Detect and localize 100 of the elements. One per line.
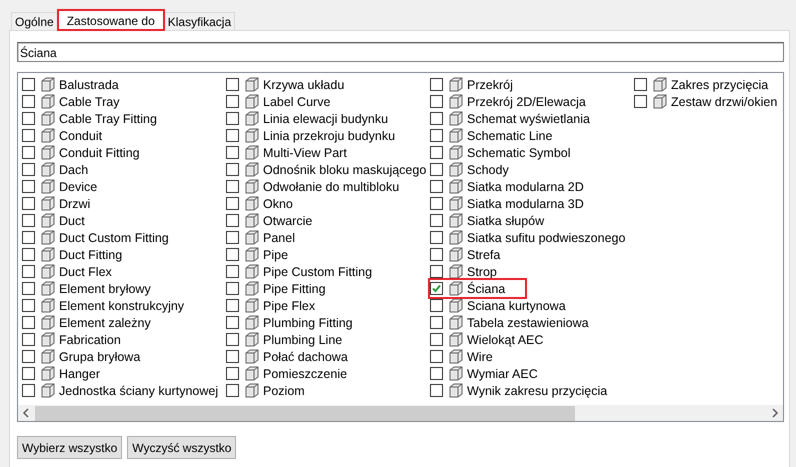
checkbox[interactable]: [22, 197, 35, 210]
item-label[interactable]: Cable Tray: [59, 94, 120, 108]
item-label[interactable]: Linia przekroju budynku: [263, 128, 396, 142]
checkbox[interactable]: [430, 231, 443, 244]
filter-field[interactable]: Ściana: [17, 42, 784, 62]
item-label[interactable]: Conduit Fitting: [59, 146, 140, 160]
checkbox[interactable]: [22, 214, 35, 227]
checkbox[interactable]: [22, 248, 35, 261]
item-label[interactable]: Conduit: [59, 128, 102, 142]
item-label[interactable]: Element konstrukcyjny: [59, 298, 184, 312]
checkbox[interactable]: [22, 316, 35, 329]
checkbox[interactable]: [22, 129, 35, 142]
checkbox[interactable]: [430, 316, 443, 329]
checkbox[interactable]: [22, 95, 35, 108]
action-button[interactable]: Wyczyść wszystko: [127, 436, 236, 459]
checkbox[interactable]: [430, 197, 443, 210]
item-label[interactable]: Pipe Flex: [263, 298, 316, 312]
item-label[interactable]: Poziom: [263, 384, 305, 398]
checkbox[interactable]: [22, 282, 35, 295]
checkbox[interactable]: [430, 333, 443, 346]
checkbox[interactable]: [226, 146, 239, 159]
checkbox[interactable]: [226, 316, 239, 329]
item-label[interactable]: Duct Fitting: [59, 248, 122, 262]
item-label[interactable]: Wymiar AEC: [467, 366, 538, 380]
checkbox[interactable]: [226, 367, 239, 380]
item-label[interactable]: Pomieszczenie: [263, 366, 348, 380]
item-label[interactable]: Przekrój 2D/Elewacja: [467, 94, 586, 108]
checkbox[interactable]: [226, 350, 239, 363]
item-label[interactable]: Schematic Line: [467, 128, 552, 142]
item-label[interactable]: Odwołanie do multibloku: [263, 180, 400, 194]
item-label[interactable]: Strefa: [467, 248, 500, 262]
item-label[interactable]: Duct Flex: [59, 264, 112, 278]
item-label[interactable]: Pipe Fitting: [263, 282, 326, 296]
checkbox[interactable]: [430, 367, 443, 380]
checkbox[interactable]: [226, 231, 239, 244]
item-label[interactable]: Wielokąt AEC: [467, 332, 544, 346]
item-label[interactable]: Hanger: [59, 366, 100, 380]
checkbox[interactable]: [430, 214, 443, 227]
item-label[interactable]: Plumbing Fitting: [263, 316, 353, 330]
tab[interactable]: Zastosowane do: [58, 10, 164, 30]
item-label[interactable]: Połać dachowa: [263, 350, 348, 364]
item-label[interactable]: Wynik zakresu przycięcia: [467, 384, 608, 398]
item-label[interactable]: Tabela zestawieniowa: [467, 316, 589, 330]
item-label[interactable]: Otwarcie: [263, 214, 312, 228]
item-label[interactable]: Schematic Symbol: [467, 146, 571, 160]
item-label[interactable]: Drzwi: [59, 196, 90, 210]
checkbox[interactable]: [634, 78, 647, 91]
item-label[interactable]: Siatka słupów: [467, 214, 544, 228]
item-label[interactable]: Element bryłowy: [59, 282, 151, 296]
checkbox[interactable]: [22, 112, 35, 125]
checkbox[interactable]: [430, 384, 443, 397]
item-label[interactable]: Grupa bryłowa: [59, 350, 140, 364]
checkbox[interactable]: [226, 265, 239, 278]
tab[interactable]: Klasyfikacja: [164, 12, 236, 30]
item-label[interactable]: Balustrada: [59, 78, 119, 92]
item-label[interactable]: Device: [59, 180, 98, 194]
checkbox[interactable]: [22, 163, 35, 176]
checkbox[interactable]: [22, 265, 35, 278]
item-label[interactable]: Panel: [263, 230, 295, 244]
checkbox[interactable]: [226, 78, 239, 91]
tab[interactable]: Ogólne: [11, 12, 58, 30]
checkbox[interactable]: [22, 333, 35, 346]
checkbox[interactable]: [430, 299, 443, 312]
item-label[interactable]: Zestaw drzwi/okien: [671, 94, 778, 108]
action-button[interactable]: Wybierz wszystko: [17, 436, 122, 459]
checkbox[interactable]: [430, 129, 443, 142]
item-label[interactable]: Duct Custom Fitting: [59, 230, 169, 244]
checkbox[interactable]: [430, 78, 443, 91]
horizontal-scrollbar[interactable]: [18, 405, 783, 421]
item-label[interactable]: Pipe Custom Fitting: [263, 264, 372, 278]
checkbox[interactable]: [634, 95, 647, 108]
checkbox[interactable]: [22, 384, 35, 397]
item-label[interactable]: Jednostka ściany kurtynowej: [59, 384, 218, 398]
checkbox[interactable]: [430, 265, 443, 278]
checkbox[interactable]: [226, 197, 239, 210]
checkbox[interactable]: [22, 146, 35, 159]
item-label[interactable]: Sciana kurtynowa: [467, 298, 566, 312]
item-label[interactable]: Dach: [59, 162, 88, 176]
item-label[interactable]: Siatka sufitu podwieszonego: [467, 230, 626, 244]
checkbox[interactable]: [226, 129, 239, 142]
item-label[interactable]: Siatka modularna 2D: [467, 180, 584, 194]
checkbox[interactable]: [226, 95, 239, 108]
item-label[interactable]: Element zależny: [59, 316, 151, 330]
item-label[interactable]: Label Curve: [263, 94, 330, 108]
checkbox[interactable]: [226, 163, 239, 176]
checkbox[interactable]: [22, 299, 35, 312]
item-label[interactable]: Strop: [467, 264, 497, 278]
checkbox[interactable]: [226, 214, 239, 227]
item-label[interactable]: Fabrication: [59, 332, 121, 346]
checkbox[interactable]: [226, 299, 239, 312]
item-label[interactable]: Linia elewacji budynku: [263, 112, 388, 126]
checkbox[interactable]: [430, 112, 443, 125]
checkbox[interactable]: [22, 78, 35, 91]
item-label[interactable]: Zakres przycięcia: [671, 78, 768, 92]
checkbox[interactable]: [22, 231, 35, 244]
checkbox[interactable]: [22, 367, 35, 380]
item-label[interactable]: Schemat wyświetlania: [467, 112, 590, 126]
item-label[interactable]: Plumbing Line: [263, 332, 342, 346]
item-label[interactable]: Pipe: [263, 248, 288, 262]
checkbox[interactable]: [430, 282, 443, 295]
